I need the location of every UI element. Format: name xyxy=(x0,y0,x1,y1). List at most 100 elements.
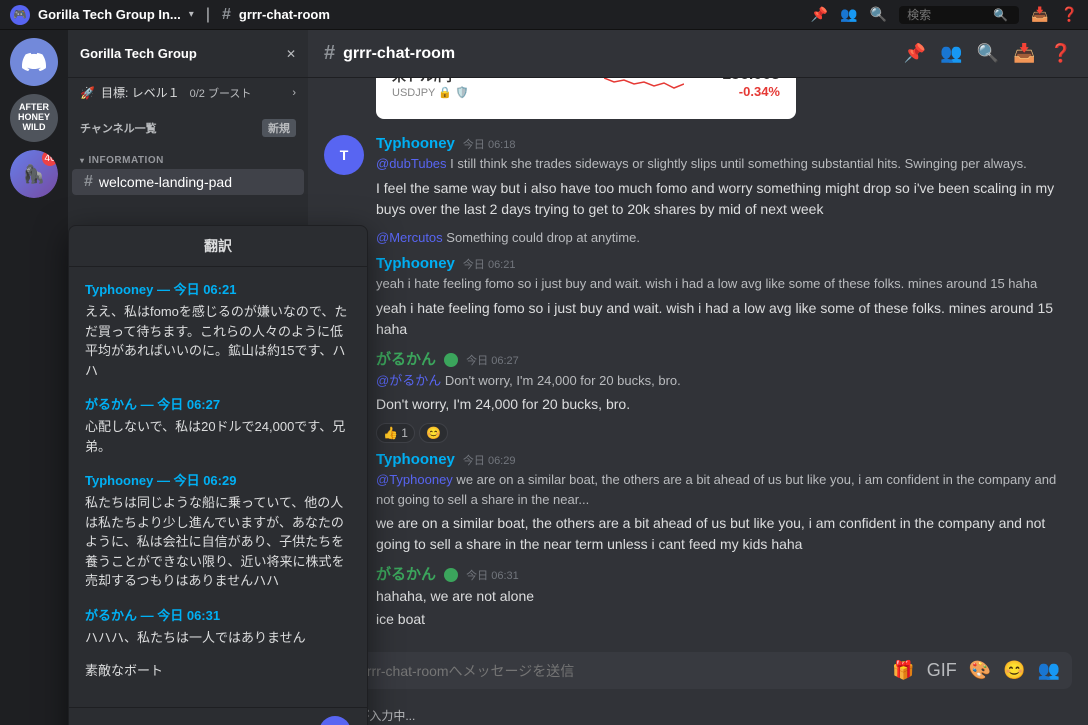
stock-card: QSI 2,410 +0.00% 市場後 ゴリラ テクノロジー GRRR 15.… xyxy=(376,78,796,119)
search-input[interactable] xyxy=(907,8,987,22)
server-title: Gorilla Tech Group In... xyxy=(38,7,181,22)
help-action-icon[interactable]: ❓ xyxy=(1050,43,1072,64)
stock-ticker-usdjpy: USDJPY 🔒 🛡️ xyxy=(392,86,588,99)
stock-change-usdjpy: -0.34% xyxy=(700,84,780,99)
message-content: Typhooney 今日 06:29 @Typhooney we are on … xyxy=(376,451,1072,555)
message-subtext: yeah i hate feeling fomo so i just buy a… xyxy=(376,274,1072,294)
message-input-container: ⊕ 🎁 GIF 🎨 😊 👥 xyxy=(324,652,1072,689)
search-icon[interactable]: 🔍 xyxy=(870,6,887,23)
inbox-icon[interactable]: 📥 xyxy=(1031,6,1048,23)
play-button[interactable]: ▶ xyxy=(319,716,351,725)
gift-icon[interactable]: 🎁 xyxy=(892,660,914,681)
search-action-icon[interactable]: 🔍 xyxy=(977,43,999,64)
message-text: @Mercutos Something could drop at anytim… xyxy=(376,228,1072,248)
message-author: Typhooney xyxy=(376,135,455,152)
category-information: ▾ INFORMATION xyxy=(68,149,308,168)
message-text: I feel the same way but i also have too … xyxy=(376,178,1072,220)
stock-row-usdjpy: 米ドル/円 USDJPY 🔒 🛡️ 156.003 -0.34% xyxy=(392,78,780,107)
chat-area: # grrr-chat-room 📌 👥 🔍 📥 ❓ G For now, th… xyxy=(308,30,1088,725)
sidebar: Gorilla Tech Group ✕ 🚀 目標: レベル１ 0/2 ブースト… xyxy=(68,30,308,725)
pin-action-icon[interactable]: 📌 xyxy=(904,43,926,64)
message-content: @Mercutos Something could drop at anytim… xyxy=(376,228,1072,248)
message-header: がるかん 今日 06:31 xyxy=(376,563,1072,584)
translation-text: ハハハ、私たちは一人ではありません xyxy=(85,628,351,648)
translation-message: Typhooney — 今日 06:29私たちは同じような船に乗っていて、他の人… xyxy=(85,470,351,591)
level-label: 目標: レベル１ xyxy=(101,84,180,101)
reaction-thumbsup[interactable]: 👍 1 xyxy=(376,423,415,443)
message-header: Typhooney 今日 06:29 xyxy=(376,451,1072,468)
message-content: For now, the short sellers have spent a … xyxy=(376,78,1072,127)
channel-title: grrr-chat-room xyxy=(239,7,330,22)
translation-text: 心配しないで、私は20ドルで24,000です、兄弟。 xyxy=(85,417,351,456)
chevron-down-icon: ✕ xyxy=(286,47,296,61)
message-text: we are on a similar boat, the others are… xyxy=(376,513,1072,555)
boost-btn[interactable]: › xyxy=(292,87,296,99)
boost-icon: 🚀 xyxy=(80,86,95,100)
translation-message: Typhooney — 今日 06:21 ええ、私はfomoを感じるのが嫌いなので… xyxy=(85,279,351,380)
message-text-2: ice boat xyxy=(376,609,1072,630)
translation-author: がるかん — 今日 06:27 xyxy=(85,394,351,413)
message-header: がるかん 今日 06:27 xyxy=(376,348,1072,369)
translation-message: 素敵なボート xyxy=(85,661,351,681)
message-subtext: @Typhooney we are on a similar boat, the… xyxy=(376,470,1072,509)
message-group: が がるかん 今日 06:27 @がるかん Don't worry, I'm 2… xyxy=(308,346,1088,446)
people-icon[interactable]: 👥 xyxy=(1038,660,1060,681)
inbox-action-icon[interactable]: 📥 xyxy=(1013,43,1035,64)
server-header[interactable]: Gorilla Tech Group ✕ xyxy=(68,30,308,78)
translation-author: がるかん — 今日 06:31 xyxy=(85,605,351,624)
translation-footer: ▶ xyxy=(69,707,367,725)
translation-text: 私たちは同じような船に乗っていて、他の人は私たちより少し進んでいますが、あなたの… xyxy=(85,493,351,591)
translation-text: 素敵なボート xyxy=(85,661,351,681)
message-group: @Mercutos Something could drop at anytim… xyxy=(308,226,1088,250)
message-timestamp: 今日 06:18 xyxy=(463,136,516,152)
message-content: Typhooney 今日 06:21 yeah i hate feeling f… xyxy=(376,255,1072,340)
server-name: Gorilla Tech Group xyxy=(80,46,197,61)
channels-header: チャンネル一覧 新規 xyxy=(68,115,308,141)
reaction-smile[interactable]: 😊 xyxy=(419,423,448,443)
members-icon[interactable]: 👥 xyxy=(840,6,857,23)
server-icon-1[interactable]: AFTER HONEY WILD xyxy=(10,94,58,142)
translation-panel: 翻訳 Typhooney — 今日 06:21 ええ、私はfomoを感じるのが嫌い… xyxy=(68,225,368,725)
boost-label: 0/2 ブースト xyxy=(190,85,252,101)
server-icon-discord[interactable] xyxy=(10,38,58,86)
new-channel-btn[interactable]: 新規 xyxy=(262,119,296,137)
gif-icon[interactable]: GIF xyxy=(927,660,957,681)
emoji-icon[interactable]: 😊 xyxy=(1003,660,1025,681)
chevron-icon: ▾ xyxy=(189,9,194,20)
input-icons: 🎁 GIF 🎨 😊 👥 xyxy=(892,660,1060,681)
sticker-icon[interactable]: 🎨 xyxy=(969,660,991,681)
chat-channel-name: grrr-chat-room xyxy=(343,45,455,63)
message-author: Typhooney xyxy=(376,451,455,468)
message-timestamp: 今日 06:29 xyxy=(463,452,516,468)
pin-icon[interactable]: 📌 xyxy=(811,6,828,23)
translation-author: Typhooney — 今日 06:21 xyxy=(85,279,351,298)
message-input[interactable] xyxy=(359,663,884,679)
messages-container: G For now, the short sellers have spent … xyxy=(308,78,1088,644)
message-text: hahaha, we are not alone xyxy=(376,586,1072,607)
search-box[interactable]: 🔍 xyxy=(899,6,1019,24)
message-group: T Typhooney 今日 06:21 yeah i hate feeling… xyxy=(308,253,1088,342)
message-header: Typhooney 今日 06:21 xyxy=(376,255,1072,272)
server-icon-2[interactable]: 🦍 46 xyxy=(10,150,58,198)
translation-message: がるかん — 今日 06:31 ハハハ、私たちは一人ではありません xyxy=(85,605,351,648)
message-content: がるかん 今日 06:31 hahaha, we are not alone i… xyxy=(376,563,1072,630)
message-content: がるかん 今日 06:27 @がるかん Don't worry, I'm 24,… xyxy=(376,348,1072,444)
message-timestamp: 今日 06:27 xyxy=(466,352,519,368)
members-action-icon[interactable]: 👥 xyxy=(940,43,962,64)
channel-item-welcome[interactable]: # welcome-landing-pad xyxy=(72,169,304,195)
top-bar: 🎮 Gorilla Tech Group In... ▾ | # grrr-ch… xyxy=(0,0,1088,30)
translation-text: ええ、私はfomoを感じるのが嫌いなので、ただ買って待ちます。これらの人々のよう… xyxy=(85,302,351,380)
search-glass-icon: 🔍 xyxy=(993,8,1008,22)
server-icons: AFTER HONEY WILD 🦍 46 xyxy=(0,30,68,725)
stock-chart-usdjpy xyxy=(604,78,684,98)
translation-title: 翻訳 xyxy=(69,226,367,267)
translation-message: がるかん — 今日 06:27 心配しないで、私は20ドルで24,000です、兄弟… xyxy=(85,394,351,456)
message-author: Typhooney xyxy=(376,255,455,272)
boost-bar: 🚀 目標: レベル１ 0/2 ブースト › xyxy=(68,78,308,107)
help-icon[interactable]: ❓ xyxy=(1061,6,1078,23)
message-subtext: @がるかん Don't worry, I'm 24,000 for 20 buc… xyxy=(376,371,1072,391)
message-subtext: @dubTubes I still think she trades sidew… xyxy=(376,154,1072,174)
message-input-bar: ⊕ 🎁 GIF 🎨 😊 👥 xyxy=(308,644,1088,705)
stock-name-usdjpy: 米ドル/円 xyxy=(392,78,588,86)
top-bar-actions: 📌 👥 🔍 🔍 📥 ❓ xyxy=(811,6,1078,24)
